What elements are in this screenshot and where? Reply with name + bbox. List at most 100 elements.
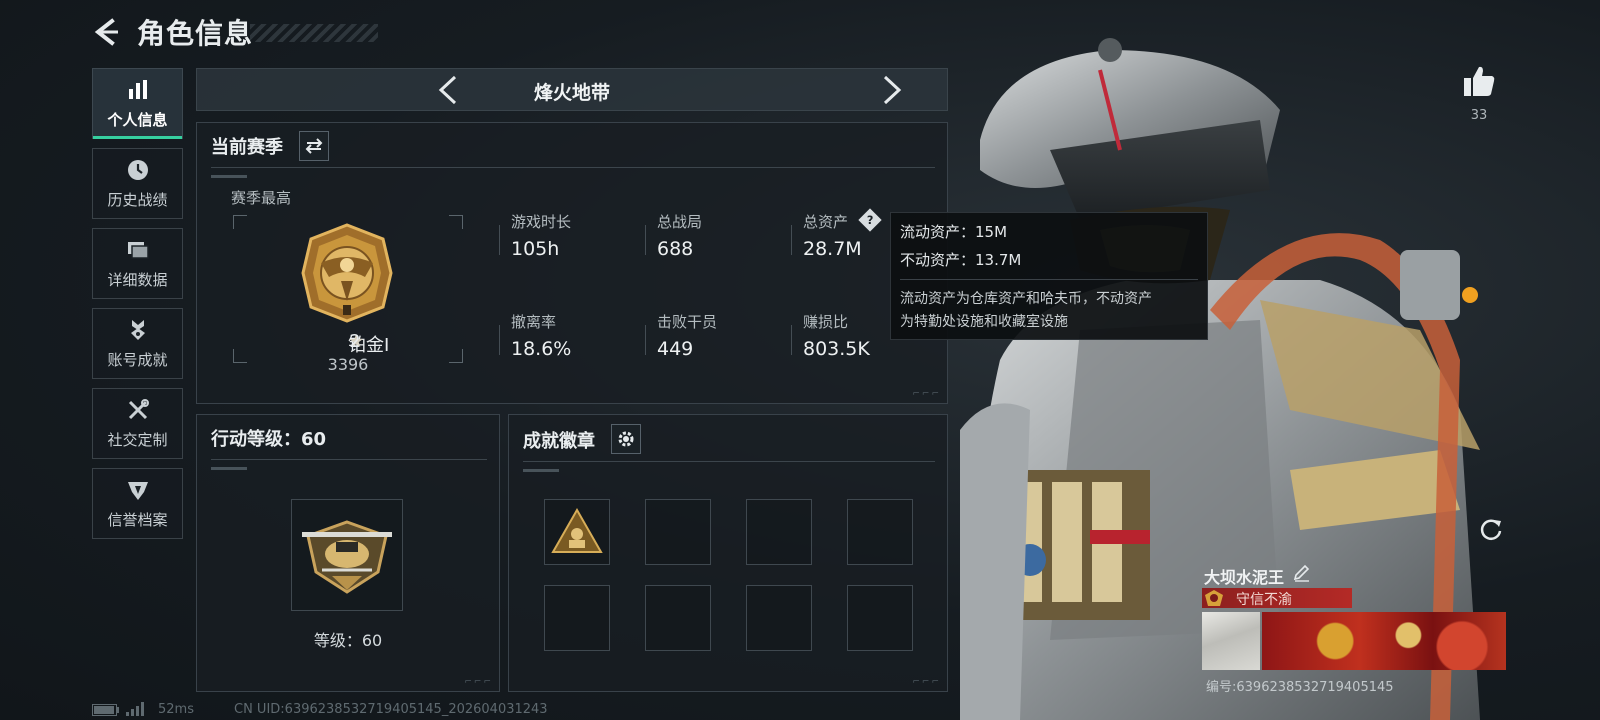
nav-label: 账号成就 (107, 351, 168, 369)
wrench-icon (125, 397, 151, 423)
nav-item-achievements[interactable]: 账号成就 (92, 308, 183, 379)
stat-value: 803.5K (803, 338, 870, 360)
divider (211, 459, 487, 460)
clock-icon (125, 157, 151, 183)
stat-value: 105h (511, 238, 560, 260)
nav-label: 个人信息 (107, 111, 168, 129)
stat-label: 击败干员 (657, 313, 718, 331)
level-title: 行动等级：60 (211, 429, 327, 450)
stat-separator (499, 325, 500, 355)
bar-chart-icon (125, 77, 151, 103)
gear-icon (618, 431, 634, 447)
nav-label: 历史战绩 (107, 191, 168, 209)
stat-profit-ratio: 赚损比 803.5K (803, 311, 870, 360)
badge-slot[interactable] (645, 499, 711, 565)
medal-icon (125, 317, 151, 343)
tooltip-divider (900, 279, 1198, 280)
stat-separator (645, 225, 646, 255)
tooltip-fixed-assets: 不动资产：13.7M (900, 251, 1022, 269)
page-title: 角色信息 (137, 17, 254, 50)
chevron-right-icon[interactable] (881, 75, 903, 105)
reputation-emblem-icon (1205, 590, 1223, 606)
badge-slot[interactable] (746, 585, 812, 651)
badge-slot[interactable] (544, 585, 610, 651)
divider-tick (211, 175, 247, 178)
badge-settings-button[interactable] (611, 424, 641, 454)
nav-label: 详细数据 (107, 271, 168, 289)
season-highest-label: 赛季最高 (231, 189, 292, 207)
refresh-icon[interactable] (1478, 516, 1504, 542)
rank-stars: 2 (349, 331, 361, 352)
rank-frame: 铂金I ★ 2 3396 (233, 215, 463, 374)
badge-slot[interactable] (544, 499, 610, 565)
badge-title: 成就徽章 (523, 431, 595, 452)
nav-item-reputation[interactable]: 信誉档案 (92, 468, 183, 539)
divider (211, 167, 935, 168)
panel-corner-mark: ⌐⌐⌐ (912, 677, 941, 687)
back-arrow-icon[interactable] (92, 18, 120, 46)
badge-slot[interactable] (847, 585, 913, 651)
divider-tick (523, 469, 559, 472)
stat-separator (791, 225, 792, 255)
achievement-badge-panel: 成就徽章 ⌐⌐⌐ (508, 414, 948, 692)
thumbs-up-icon[interactable] (1462, 64, 1496, 98)
stat-label: 撤离率 (511, 313, 557, 331)
badge-slot[interactable] (645, 585, 711, 651)
stat-value: 688 (657, 238, 694, 260)
signal-icon (126, 702, 144, 716)
stat-value: 18.6% (511, 338, 572, 360)
mode-switcher: 烽火地带 (196, 68, 948, 111)
nav-item-history[interactable]: 历史战绩 (92, 148, 183, 219)
ping-readout: 52ms (158, 702, 194, 717)
nav-item-detailed-data[interactable]: 详细数据 (92, 228, 183, 299)
banner-card-art (1262, 612, 1506, 670)
title-decoration (250, 24, 378, 42)
nav-item-personal-info[interactable]: 个人信息 (92, 68, 183, 139)
nav-label: 社交定制 (107, 431, 168, 449)
stat-operators-defeated: 击败干员 449 (657, 311, 717, 360)
divider (523, 461, 935, 462)
rank-emblem-icon (301, 223, 393, 323)
stat-separator (645, 325, 646, 355)
swap-icon (305, 138, 323, 154)
rank-points: 3396 (327, 355, 369, 374)
triangle-badge-icon (551, 507, 603, 553)
battery-icon (92, 704, 119, 716)
stat-label: 总资产 (803, 213, 849, 231)
helicopter-emblem-icon (302, 520, 392, 594)
stat-label: 赚损比 (803, 313, 849, 331)
reputation-label: 守信不渝 (1236, 592, 1292, 608)
shield-icon (125, 477, 151, 503)
badge-slot[interactable] (847, 499, 913, 565)
stat-total-matches: 总战局 688 (657, 211, 702, 260)
nav-item-social-customize[interactable]: 社交定制 (92, 388, 183, 459)
stat-value: 28.7M (803, 238, 862, 260)
panel-corner-mark: ⌐⌐⌐ (464, 677, 493, 687)
edit-pencil-icon[interactable] (1292, 564, 1310, 582)
nav-label: 信誉档案 (107, 511, 168, 529)
cards-icon (125, 237, 151, 263)
season-panel: 当前赛季 赛季最高 铂金I ★2 3396 游戏时长 105h 总战局 688 (196, 122, 948, 404)
badge-slot[interactable] (746, 499, 812, 565)
player-id: 编号:6396238532719405145 (1206, 680, 1394, 695)
divider-tick (211, 467, 247, 470)
help-icon[interactable]: ? (858, 208, 882, 232)
player-card: 大坝水泥王 守信不渝 (1198, 558, 1506, 673)
panel-corner-mark: ⌐⌐⌐ (912, 389, 941, 399)
stat-separator (499, 225, 500, 255)
uid-readout: CN UID:6396238532719405145_202604031243 (234, 702, 548, 717)
asset-tooltip: 流动资产：15M 不动资产：13.7M 流动资产为仓库资产和哈夫币，不动资产 为… (890, 212, 1208, 340)
stat-label: 游戏时长 (511, 213, 572, 231)
mode-title: 烽火地带 (533, 82, 610, 104)
stat-separator (791, 325, 792, 355)
level-emblem-frame (291, 499, 403, 611)
tooltip-description-line2: 为特勤处设施和收藏室设施 (900, 314, 1068, 330)
level-caption: 等级：60 (313, 631, 383, 650)
swap-button[interactable] (299, 131, 329, 161)
player-name: 大坝水泥王 (1204, 568, 1285, 587)
tooltip-liquid-assets: 流动资产：15M (900, 223, 1008, 241)
season-title: 当前赛季 (211, 137, 283, 158)
like-count: 33 (1470, 108, 1488, 123)
stat-label: 总战局 (657, 213, 703, 231)
stat-total-assets: 总资产 28.7M (803, 211, 862, 260)
